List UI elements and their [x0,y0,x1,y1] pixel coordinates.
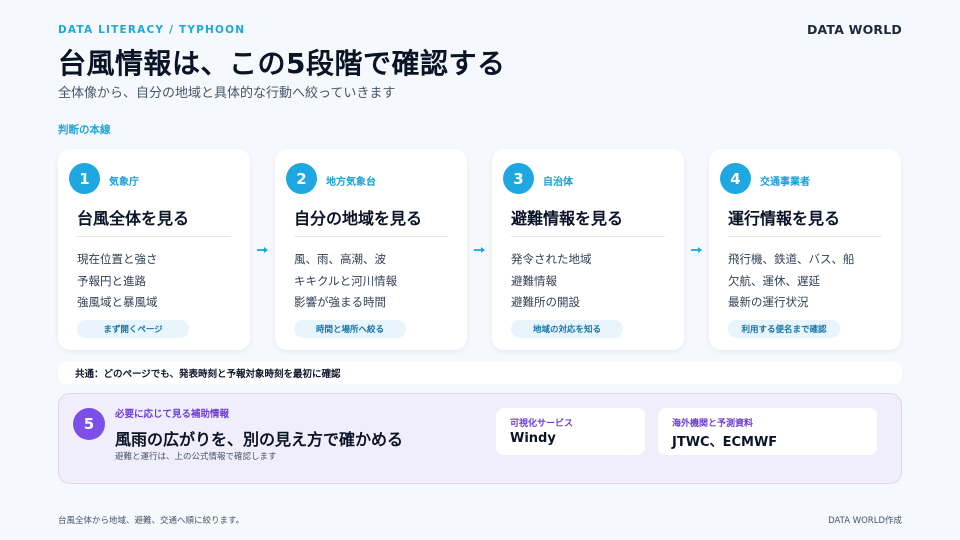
aux-box-label: 海外機関と予測資料 [672,419,754,429]
step-items: 発令された地域 避難情報 避難所の開設 [511,249,592,314]
auxiliary-title: 風雨の広がりを、別の見え方で確かめる [115,430,404,449]
divider [511,236,665,237]
step-organization: 気象庁 [109,177,139,188]
aux-info-box-overseas: 海外機関と予測資料 JTWC、ECMWF [658,408,877,455]
list-item: 風、雨、高潮、波 [294,252,386,266]
step-number-badge: 2 [286,163,317,194]
list-item: 強風域と暴風域 [77,295,158,309]
step-title: 避難情報を見る [511,209,624,228]
step-number-badge: 4 [720,163,751,194]
list-item: 影響が強まる時間 [294,295,386,309]
step-items: 現在位置と強さ 予報円と進路 強風域と暴風域 [77,249,158,314]
list-item: 避難情報 [511,273,557,288]
common-note-bar: 共通：どのページでも、発表時刻と予報対象時刻を最初に確認 [58,362,902,384]
step-card-3: 3 自治体 避難情報を見る 発令された地域 避難情報 避難所の開設 地域の対応を… [492,149,684,350]
brand-logo-text: DATA WORLD [806,22,902,37]
footer-note: 台風全体から地域、避難、交通へ順に絞ります。 [58,516,245,526]
aux-box-label: 可視化サービス [510,419,574,429]
list-item: 欠航、運休、遅延 [728,273,820,288]
page-subtitle: 全体像から、自分の地域と具体的な行動へ絞っていきます [58,86,396,101]
aux-box-value: JTWC、ECMWF [672,435,778,450]
step-tag: まず開くページ [77,320,189,338]
aux-info-box-visualization: 可視化サービス Windy [496,408,645,455]
arrow-right-icon [691,247,702,253]
list-item: 現在位置と強さ [77,252,158,266]
section-label: 判断の本線 [58,124,111,136]
page-title: 台風情報は、この5段階で確認する [58,47,506,80]
list-item: 最新の運行状況 [728,295,809,309]
auxiliary-panel: 5 必要に応じて見る補助情報 風雨の広がりを、別の見え方で確かめる 避難と運行は… [58,393,902,484]
arrow-right-icon [474,247,485,253]
footer-credit: DATA WORLD作成 [828,516,902,526]
step-tag: 利用する便名まで確認 [728,320,840,338]
step-items: 風、雨、高潮、波 キキクルと河川情報 影響が強まる時間 [294,249,397,314]
step-title: 自分の地域を見る [294,209,423,228]
step-number-badge: 5 [73,408,105,440]
divider [77,236,231,237]
list-item: 予報円と進路 [77,273,146,288]
step-card-1: 1 気象庁 台風全体を見る 現在位置と強さ 予報円と進路 強風域と暴風域 まず開… [58,149,250,350]
aux-box-value: Windy [510,431,556,446]
step-organization: 地方気象台 [326,177,376,188]
step-organization: 自治体 [543,177,573,188]
step-number-badge: 3 [503,163,534,194]
eyebrow-label: DATA LITERACY / TYPHOON [58,24,246,36]
step-items: 飛行機、鉄道、バス、船 欠航、運休、遅延 最新の運行状況 [728,249,855,314]
list-item: 避難所の開設 [511,295,580,309]
list-item: 発令された地域 [511,252,592,266]
step-title: 運行情報を見る [728,209,841,228]
step-number-badge: 1 [69,163,100,194]
divider [728,236,882,237]
auxiliary-note: 避難と運行は、上の公式情報で確認します [115,452,277,462]
list-item: キキクルと河川情報 [294,273,398,288]
step-tag: 地域の対応を知る [511,320,623,338]
divider [294,236,448,237]
step-card-2: 2 地方気象台 自分の地域を見る 風、雨、高潮、波 キキクルと河川情報 影響が強… [275,149,467,350]
step-tag: 時間と場所へ絞る [294,320,406,338]
step-organization: 交通事業者 [760,177,810,188]
step-title: 台風全体を見る [77,209,190,228]
auxiliary-label: 必要に応じて見る補助情報 [115,409,230,420]
step-card-4: 4 交通事業者 運行情報を見る 飛行機、鉄道、バス、船 欠航、運休、遅延 最新の… [709,149,901,350]
step-cards: 1 気象庁 台風全体を見る 現在位置と強さ 予報円と進路 強風域と暴風域 まず開… [58,149,902,350]
list-item: 飛行機、鉄道、バス、船 [728,252,855,266]
arrow-right-icon [257,247,268,253]
